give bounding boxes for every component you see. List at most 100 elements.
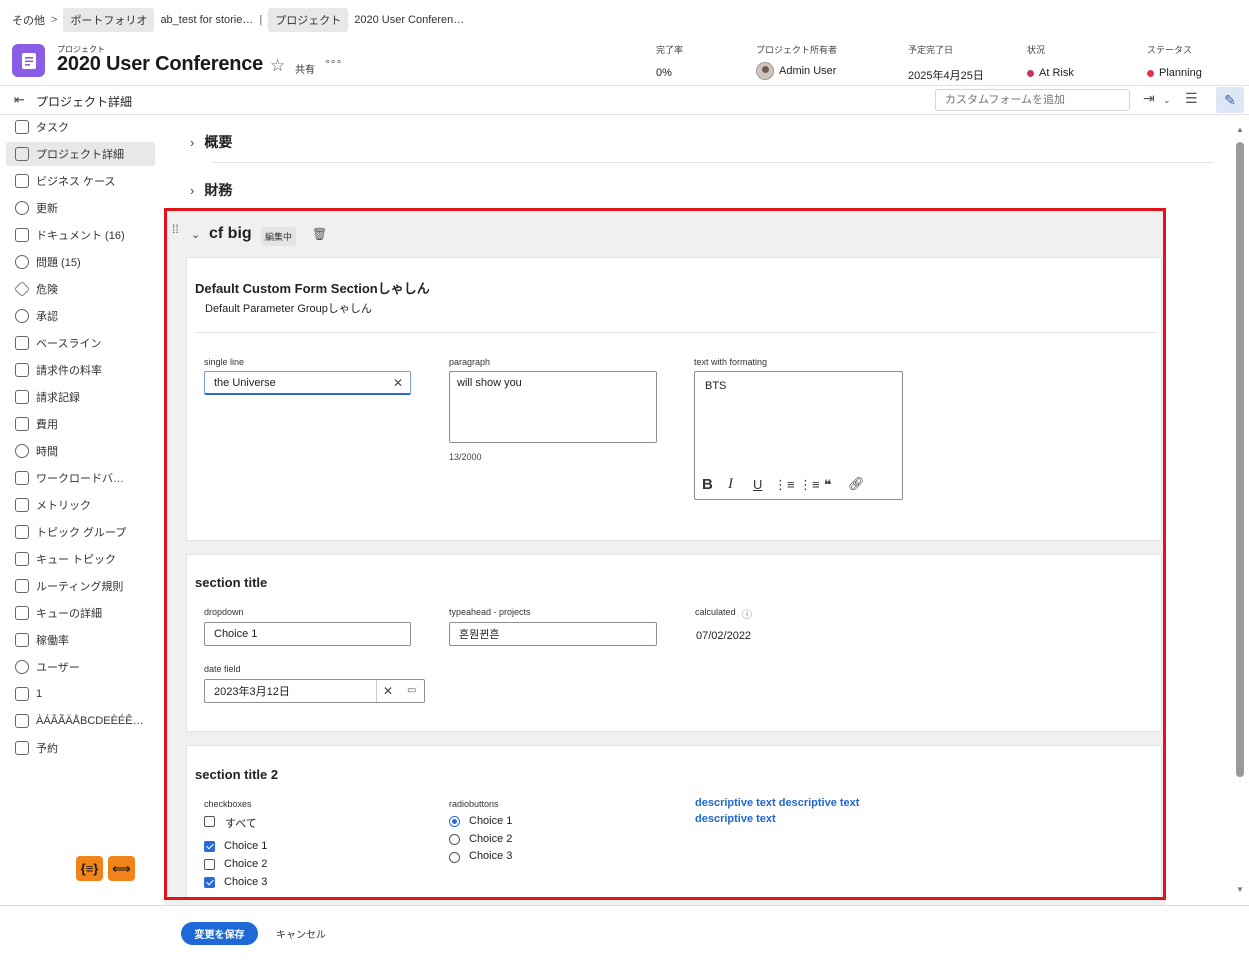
check-circle-icon [15, 309, 29, 323]
cancel-button[interactable]: キャンセル [276, 926, 326, 941]
sidebar-item-project-details[interactable]: プロジェクト詳細 [6, 142, 155, 166]
sidebar-item-hours[interactable]: 時間 [6, 439, 155, 463]
owner-value[interactable]: Admin User [779, 65, 836, 77]
sidebar-item-issues[interactable]: 問題 (15) [6, 250, 155, 274]
comment-icon [15, 201, 29, 215]
status-badge[interactable]: Planning [1159, 67, 1202, 79]
custom-tab-icon [15, 714, 29, 728]
sidebar-item-topic-groups[interactable]: トピック グループ [6, 520, 155, 544]
risk-icon [14, 281, 30, 297]
sidebar-item-label: キューの詳細 [36, 608, 102, 620]
chevron-right-icon: › [190, 182, 195, 198]
sidebar-item-risks[interactable]: 危険 [6, 277, 155, 301]
sidebar-item-label: ユーザー [36, 662, 80, 674]
project-header: プロジェクト 2020 User Conference ☆ 共有 °°° 完了率… [0, 40, 1249, 86]
sidebar-item-approvals[interactable]: 承認 [6, 304, 155, 328]
sidebar-item-label: 承認 [36, 311, 58, 323]
section-overview-title: 概要 [204, 134, 233, 150]
queue-topic-icon [15, 552, 29, 566]
scroll-down-icon[interactable]: ▼ [1236, 885, 1244, 894]
edit-pencil-button[interactable]: ✎ [1216, 87, 1244, 113]
avatar[interactable] [756, 62, 774, 80]
business-case-icon [15, 174, 29, 188]
sidebar-item-label: 時間 [36, 446, 58, 458]
share-button[interactable]: 共有 [295, 61, 315, 76]
section-finance-title: 財務 [204, 182, 233, 198]
sidebar-item-label: タスク [36, 122, 69, 134]
sidebar: タスク プロジェクト詳細 ビジネス ケース 更新 ドキュメント (16) 問題 … [0, 115, 165, 905]
sidebar-item-business-case[interactable]: ビジネス ケース [6, 169, 155, 193]
sidebar-item-label: ビジネス ケース [36, 176, 116, 188]
sidebar-item-label: ÀÁÂÃÄÅBCDEÈÉÊ… [36, 715, 144, 727]
sidebar-item-reservations[interactable]: 予約 [6, 736, 155, 760]
breadcrumb-portfolio-chip[interactable]: ポートフォリオ [63, 8, 155, 32]
custom-tab-icon [15, 687, 29, 701]
sidebar-item-users[interactable]: ユーザー [6, 655, 155, 679]
expense-icon [15, 417, 29, 431]
sidebar-item-label: ルーティング規則 [36, 581, 124, 593]
sidebar-item-queue-topics[interactable]: キュー トピック [6, 547, 155, 571]
chevron-down-icon[interactable]: ⌄ [1163, 95, 1171, 106]
sidebar-item-workload[interactable]: ワークロードバ… [6, 466, 155, 490]
expand-width-icon[interactable]: ⟺ [108, 856, 135, 881]
section-overview[interactable]: › 概要 [190, 132, 232, 152]
sidebar-item-billing-records[interactable]: 請求記録 [6, 385, 155, 409]
highlight-box [164, 208, 1166, 900]
sidebar-item-documents[interactable]: ドキュメント (16) [6, 223, 155, 247]
condition-value[interactable]: At Risk [1039, 67, 1074, 79]
collapse-panel-icon[interactable]: ⇤ [14, 92, 25, 108]
sidebar-item-label: ベースライン [36, 338, 102, 350]
planned-completion-value: 2025年4月25日 [908, 70, 984, 82]
section-finance[interactable]: › 財務 [190, 180, 232, 200]
list-view-icon[interactable]: ☰ [1185, 90, 1198, 107]
sidebar-item-tasks[interactable]: タスク [6, 115, 155, 139]
queue-details-icon [15, 606, 29, 620]
sidebar-item-utilization[interactable]: 稼働率 [6, 628, 155, 652]
document-icon [21, 52, 36, 69]
sidebar-item-routing-rules[interactable]: ルーティング規則 [6, 574, 155, 598]
clock-icon [15, 444, 29, 458]
sidebar-item-billing-rates[interactable]: 請求件の料率 [6, 358, 155, 382]
divider [212, 162, 1214, 163]
sidebar-item-label: 費用 [36, 419, 58, 431]
breadcrumb-project-chip[interactable]: プロジェクト [268, 8, 349, 32]
details-icon [15, 147, 29, 161]
breadcrumb-divider: | [259, 14, 263, 26]
chart-icon [15, 498, 29, 512]
more-options-icon[interactable]: °°° [325, 57, 342, 71]
export-icon[interactable]: ⇥ [1143, 90, 1155, 107]
status-dot [1147, 69, 1154, 77]
condition-meta: 状況 At Risk [1027, 43, 1074, 79]
save-button[interactable]: 変更を保存 [181, 922, 258, 945]
sidebar-item-custom-1[interactable]: 1 [6, 682, 155, 706]
chevron-right-icon: › [190, 134, 195, 150]
sidebar-item-label: 更新 [36, 203, 58, 215]
sidebar-item-label: メトリック [36, 500, 91, 512]
sidebar-item-expenses[interactable]: 費用 [6, 412, 155, 436]
sidebar-item-updates[interactable]: 更新 [6, 196, 155, 220]
reservation-icon [15, 741, 29, 755]
scrollbar-thumb[interactable] [1236, 142, 1244, 777]
add-custom-form-input[interactable] [935, 89, 1130, 111]
condition-dot [1027, 69, 1034, 77]
status-meta: ステータス Planning [1147, 43, 1202, 79]
sidebar-item-label: 稼働率 [36, 635, 69, 647]
page-title: 2020 User Conference [57, 53, 264, 75]
sidebar-item-baselines[interactable]: ベースライン [6, 331, 155, 355]
star-icon[interactable]: ☆ [270, 56, 285, 76]
breadcrumb-portfolio-name[interactable]: ab_test for storie… [160, 14, 253, 26]
breadcrumb-project-name[interactable]: 2020 User Conferen… [354, 14, 464, 26]
sidebar-item-label: 危険 [36, 284, 58, 296]
breadcrumb-root[interactable]: その他 [12, 12, 45, 28]
sidebar-item-custom-2[interactable]: ÀÁÂÃÄÅBCDEÈÉÊ… [6, 709, 155, 733]
scroll-up-icon[interactable]: ▲ [1236, 125, 1244, 134]
sidebar-item-metrics[interactable]: メトリック [6, 493, 155, 517]
planned-completion-meta: 予定完了日 2025年4月25日 [908, 43, 984, 83]
sidebar-item-queue-details[interactable]: キューの詳細 [6, 601, 155, 625]
json-braces-icon[interactable]: {≡} [76, 856, 103, 881]
user-icon [15, 660, 29, 674]
sidebar-item-label: 請求記録 [36, 392, 80, 404]
sidebar-item-label: キュー トピック [36, 554, 117, 566]
owner-label: プロジェクト所有者 [756, 45, 838, 55]
sidebar-item-label: 請求件の料率 [36, 365, 102, 377]
